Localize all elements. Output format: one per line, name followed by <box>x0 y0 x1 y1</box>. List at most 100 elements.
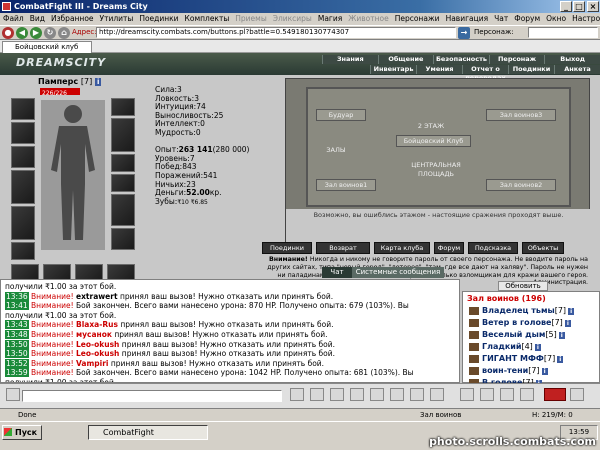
menu-item[interactable]: Избранное <box>48 14 97 23</box>
chat-input[interactable] <box>22 390 282 402</box>
menu-item[interactable]: Форум <box>511 14 543 23</box>
info-icon[interactable]: i <box>534 344 541 351</box>
weapon-slot[interactable] <box>11 170 35 204</box>
amulet-slot[interactable] <box>11 146 35 168</box>
player-name[interactable]: Гладкий <box>482 342 521 351</box>
chat-nick[interactable]: extrawert <box>76 292 118 301</box>
leggings-slot[interactable] <box>111 194 135 226</box>
chat-nick[interactable]: Blaxa-Rus <box>76 320 118 329</box>
taskbar-item-combatfight[interactable]: CombatFight <box>88 425 208 440</box>
roster-item[interactable]: Гладкий[4] i <box>463 341 599 353</box>
player-name[interactable]: ГИГАНТ МФФ <box>482 354 544 363</box>
translit-icon[interactable] <box>350 388 364 401</box>
menu-item[interactable]: Настройки <box>569 14 600 23</box>
maximize-button[interactable]: □ <box>573 1 585 12</box>
nav-top-item[interactable]: Персонаж <box>488 55 545 64</box>
room-2nd-floor[interactable]: 2 ЭТАЖ <box>406 121 456 131</box>
menu-item[interactable]: Утилиты <box>97 14 137 23</box>
exit-chat-icon[interactable] <box>570 388 584 401</box>
nav-top-item[interactable]: Безопасность <box>433 55 489 64</box>
ring-slot[interactable] <box>111 154 135 172</box>
stop-icon[interactable]: ● <box>2 27 14 39</box>
belt-slot[interactable] <box>11 242 35 260</box>
refresh-button[interactable]: Обновить <box>498 281 548 291</box>
roster-item[interactable]: воин-тени[7] i <box>463 365 599 377</box>
tab-fight-club[interactable]: Бойцовский клуб <box>2 41 92 53</box>
menu-item[interactable]: Персонажи <box>392 14 443 23</box>
menu-item[interactable]: Поединки <box>136 14 181 23</box>
game-button[interactable]: Возврат <box>316 242 370 254</box>
boots2-slot[interactable] <box>111 228 135 250</box>
menu-item[interactable]: Чат <box>491 14 511 23</box>
nav-top-item[interactable]: Знания <box>322 55 378 64</box>
chat-nick[interactable]: Leo-okush <box>76 340 119 349</box>
clan-icon[interactable] <box>520 388 534 401</box>
info-icon[interactable]: i <box>564 320 571 327</box>
sound-icon[interactable] <box>370 388 384 401</box>
room-halls[interactable]: ЗАЛЫ <box>321 145 351 155</box>
minimize-button[interactable]: _ <box>560 1 572 12</box>
mail-icon[interactable] <box>460 388 474 401</box>
game-button[interactable]: Поединки <box>262 242 312 254</box>
roster-item[interactable]: Владелец тьмы[7] i <box>463 305 599 317</box>
info-icon[interactable]: i <box>558 332 565 339</box>
game-button[interactable]: Объекты <box>522 242 564 254</box>
chat-log[interactable]: получили ₹1.00 за этот бой. 13:36 Внимани… <box>0 279 460 383</box>
chat-nick[interactable]: Vampiri <box>76 359 108 368</box>
trade-icon[interactable] <box>480 388 494 401</box>
info-icon[interactable]: i <box>568 308 575 315</box>
room-fight-club[interactable]: Бойцовский Клуб <box>396 135 471 147</box>
settings-icon[interactable] <box>410 388 424 401</box>
menu-item[interactable]: Приемы <box>232 14 269 23</box>
refresh-chat-icon[interactable] <box>390 388 404 401</box>
info-icon[interactable]: i <box>557 356 564 363</box>
roster-item[interactable]: ГИГАНТ МФФ[7] i <box>463 353 599 365</box>
smile-icon[interactable] <box>330 388 344 401</box>
back-icon[interactable]: ◀ <box>16 27 28 39</box>
filter-icon[interactable] <box>310 388 324 401</box>
menu-item[interactable]: Навигация <box>443 14 492 23</box>
player-name[interactable]: Веселый дым <box>482 330 545 339</box>
roster-item[interactable]: Ветер в голове[7] i <box>463 317 599 329</box>
address-input[interactable]: http://dreamscity.combats.com/buttons.pl… <box>96 27 456 38</box>
game-button[interactable]: Форум <box>434 242 464 254</box>
roster-item[interactable]: Веселый дым[5] i <box>463 329 599 341</box>
boots-slot[interactable] <box>111 174 135 192</box>
help-icon[interactable] <box>430 388 444 401</box>
info-icon[interactable]: i <box>541 368 548 375</box>
gloves-slot[interactable] <box>111 98 135 116</box>
armor-slot[interactable] <box>11 206 35 240</box>
nav-bottom-item[interactable]: Отчет о переводах <box>462 65 508 82</box>
forward-icon[interactable]: ▶ <box>30 27 42 39</box>
clear-icon[interactable] <box>6 388 20 401</box>
go-icon[interactable]: → <box>458 27 470 39</box>
room-central-square[interactable]: ЦЕНТРАЛЬНАЯ ПЛОЩАДЬ <box>401 161 471 181</box>
nav-top-item[interactable]: Общение <box>377 55 434 64</box>
player-name[interactable]: Владелец тьмы <box>482 306 555 315</box>
person-select[interactable] <box>528 27 598 38</box>
close-button[interactable]: × <box>587 1 599 12</box>
home-icon[interactable]: ⌂ <box>58 27 70 39</box>
menu-item[interactable]: Комплекты <box>182 14 233 23</box>
game-button[interactable]: Подсказка <box>468 242 518 254</box>
reload-icon[interactable]: ↻ <box>44 27 56 39</box>
game-button[interactable]: Карта клуба <box>374 242 430 254</box>
chat-nick[interactable]: мусанок <box>76 330 112 339</box>
info-icon[interactable]: i <box>95 78 102 86</box>
nav-bottom-item[interactable]: Умения <box>416 65 462 74</box>
room-boudoir[interactable]: Будуар <box>316 109 366 121</box>
room-hall1[interactable]: Зал воинов1 <box>316 179 376 191</box>
player-name[interactable]: Ветер в голове <box>482 318 551 327</box>
nav-bottom-item[interactable]: Поединки <box>508 65 554 74</box>
nav-top-item[interactable]: Выход <box>544 55 600 64</box>
room-hall3[interactable]: Зал воинов3 <box>486 109 556 121</box>
player-name[interactable]: воин-тени <box>482 366 528 375</box>
menu-item[interactable]: Вид <box>27 14 48 23</box>
helmet-slot[interactable] <box>11 98 35 120</box>
nav-bottom-item[interactable]: Анкета <box>554 65 600 74</box>
tab-system-messages[interactable]: Системные сообщения <box>352 267 444 278</box>
menu-item[interactable]: Окно <box>543 14 569 23</box>
chat-nick[interactable]: Leo-okush <box>76 349 119 358</box>
shield-slot[interactable] <box>111 118 135 152</box>
tab-chat[interactable]: Чат <box>322 267 352 278</box>
